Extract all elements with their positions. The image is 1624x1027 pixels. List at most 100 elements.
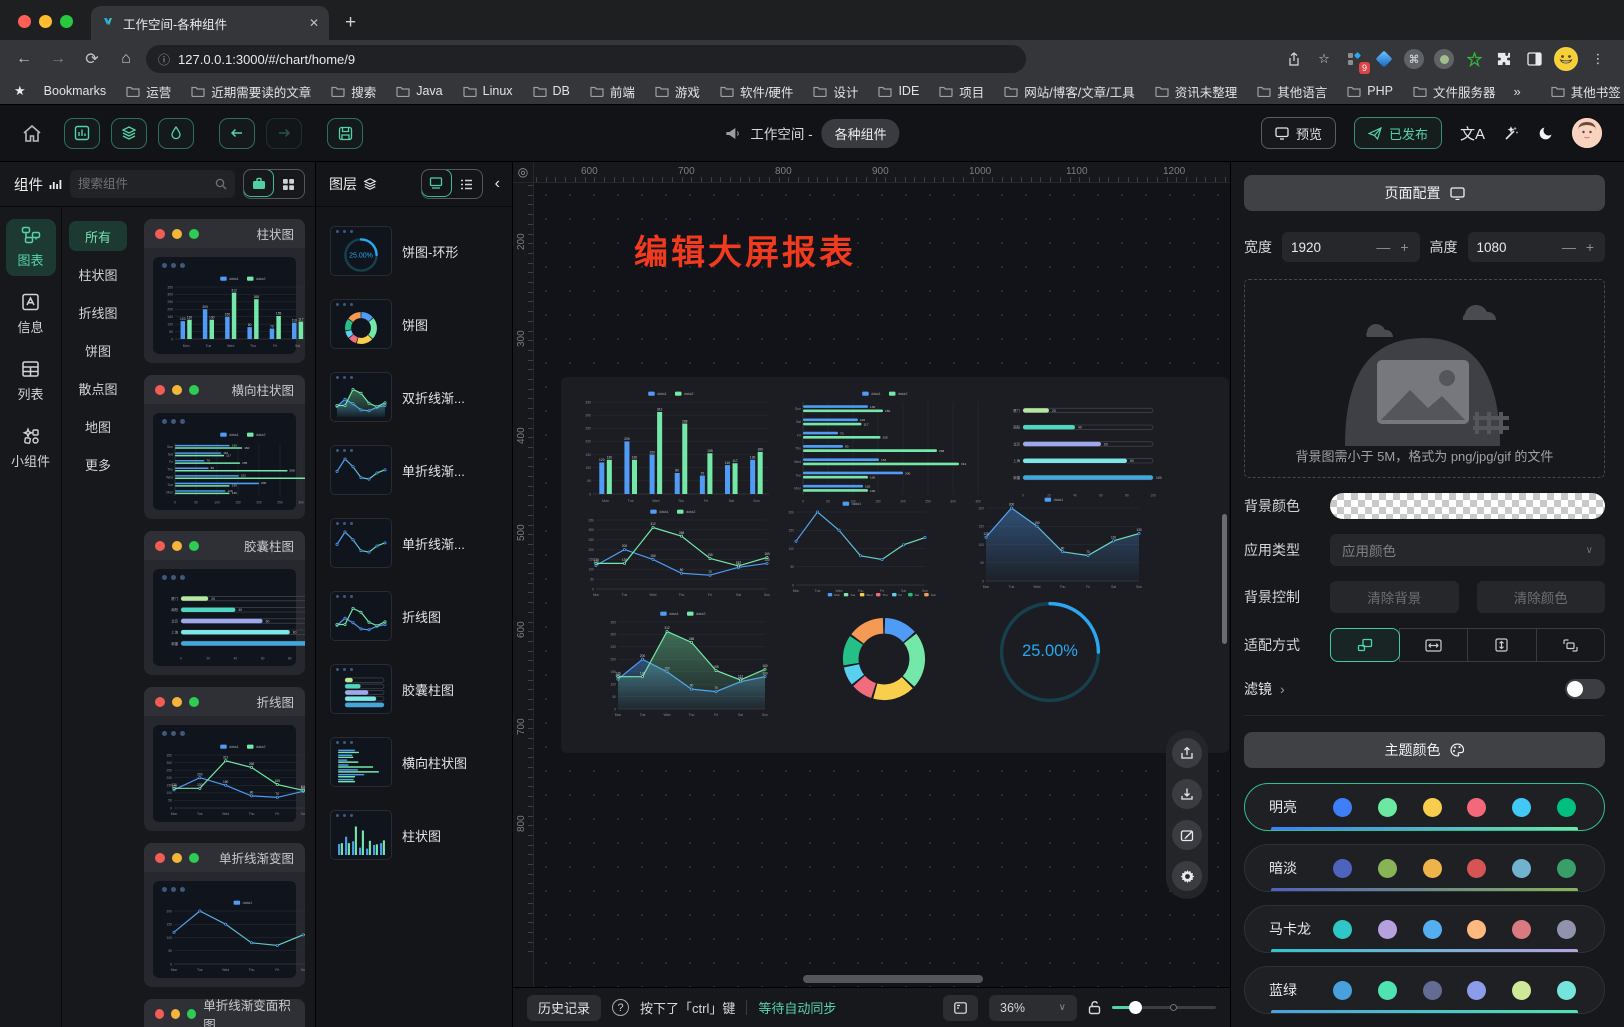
bookmark-star-icon[interactable]: ☆ [1314,49,1334,69]
layer-item[interactable]: 柱状图 [326,803,502,867]
clear-background-button[interactable]: 清除背景 [1330,581,1459,613]
chart-panel-toggle-button[interactable] [64,118,100,149]
bookmark-item[interactable]: 前端 [582,79,643,104]
fit-stretch-button[interactable] [1536,628,1606,662]
component-card[interactable]: 柱状图data1data2050100150200250300350120130… [144,219,305,363]
sidebar-nav-列表[interactable]: 列表 [6,353,56,410]
component-search[interactable] [70,170,235,198]
settings-gear-icon[interactable] [1172,861,1202,891]
canvas-chart-line1[interactable]: data1050100150200MonTueWedThuFriSatSun [781,497,931,595]
language-icon[interactable]: 文A [1460,123,1485,144]
clear-color-button[interactable]: 清除颜色 [1477,581,1606,613]
category-地图[interactable]: 地图 [69,411,127,441]
width-value[interactable]: 1920 [1291,240,1368,255]
category-所有[interactable]: 所有 [69,221,127,251]
canvas-chart-capsule[interactable]: 20厦门40南阳60北京80上海100新疆020406080100 [1001,393,1171,499]
home-icon[interactable]: ⌂ [112,45,140,73]
browser-menu-icon[interactable]: ⋮ [1588,49,1608,69]
layer-item[interactable]: 单折线渐... [326,438,502,502]
share-icon[interactable] [1284,49,1304,69]
fit-scale-button[interactable] [1330,628,1400,662]
bookmark-item[interactable]: DB [525,81,578,101]
category-更多[interactable]: 更多 [69,449,127,479]
magic-wand-icon[interactable] [1503,125,1520,142]
history-button[interactable]: 历史记录 [527,995,601,1021]
undo-button[interactable] [219,118,255,149]
canvas-chart-line2[interactable]: data1data2050100150200250300350120200150… [581,505,773,599]
extension-tampermonkey-icon[interactable]: 9 [1344,49,1364,69]
command-extension-icon[interactable]: ⌘ [1404,49,1424,69]
theme-马卡龙[interactable]: 马卡龙 [1244,905,1605,953]
layer-item[interactable]: 胶囊柱图 [326,657,502,721]
fit-width-button[interactable] [1399,628,1469,662]
bookmark-item[interactable]: 资讯未整理 [1147,79,1246,104]
canvas-area[interactable]: ◎ 6007008009001000110012001300 200300400… [513,162,1230,1027]
preview-button[interactable]: 预览 [1261,117,1336,149]
minimize-window-button[interactable] [39,15,52,28]
canvas-chart-bar[interactable]: data1data2050100150200250300350120130Mon… [577,387,773,505]
bookmarks-root[interactable]: Bookmarks [36,81,115,101]
app-type-select[interactable]: 应用颜色 ∨ [1330,534,1605,566]
toolbox-view-icon[interactable] [243,169,274,197]
layer-item[interactable]: 双折线渐... [326,365,502,429]
width-minus-button[interactable]: — [1374,239,1392,255]
layers-panel-toggle-button[interactable] [111,118,147,149]
canvas-chart-area1[interactable]: data10501001502001202001508070110130MonT… [971,493,1145,591]
bookmark-item[interactable]: 项目 [931,79,992,104]
redo-button[interactable] [266,118,302,149]
profile-avatar[interactable] [1554,47,1578,71]
export-icon[interactable] [1172,738,1202,768]
filter-expand-icon[interactable]: › [1280,681,1285,697]
user-avatar[interactable] [1572,118,1602,148]
site-info-icon[interactable]: ⓘ [158,51,170,68]
browser-tab[interactable]: 工作空间-各种组件 ✕ [91,6,329,40]
filter-panel-toggle-button[interactable] [158,118,194,149]
category-折线图[interactable]: 折线图 [69,297,127,327]
height-stepper[interactable]: 1080 — + [1468,232,1606,262]
bookmark-item[interactable]: 文件服务器 [1405,79,1504,104]
canvas-chart-progress[interactable]: 25.00% [989,593,1111,711]
zoom-slider-knob[interactable] [1129,1001,1142,1014]
close-window-button[interactable] [18,15,31,28]
layer-item[interactable]: 横向柱状图 [326,730,502,794]
publish-button[interactable]: 已发布 [1354,117,1442,149]
ruler-visibility-icon[interactable]: ◎ [513,162,534,183]
search-input[interactable] [78,177,211,191]
page-config-header[interactable]: 页面配置 [1244,175,1605,211]
background-upload-dropzone[interactable]: 背景图需小于 5M，格式为 png/jpg/gif 的文件 [1244,279,1605,478]
bookmark-item[interactable]: 网站/博客/文章/工具 [996,79,1142,104]
grid-view-icon[interactable] [273,170,304,198]
maximize-window-button[interactable] [60,15,73,28]
component-card[interactable]: 横向柱状图data1data20501001502002503003501301… [144,375,305,519]
back-icon[interactable]: ← [10,45,38,73]
bookmark-item[interactable]: 其他语言 [1249,79,1335,104]
save-button[interactable] [327,118,363,149]
green-star-extension-icon[interactable] [1464,49,1484,69]
history-panel-icon[interactable] [943,995,978,1021]
layer-item[interactable]: 折线图 [326,584,502,648]
bookmark-item[interactable]: IDE [870,81,927,101]
layer-item[interactable]: 单折线渐... [326,511,502,575]
bookmark-item[interactable]: 设计 [805,79,866,104]
bookmark-item[interactable]: 游戏 [647,79,708,104]
puzzle-extensions-icon[interactable] [1494,49,1514,69]
bookmark-item[interactable]: Java [388,81,450,101]
other-bookmarks-folder[interactable]: 其他书签 [1543,79,1624,104]
layer-item[interactable]: 25.00%饼图-环形 [326,219,502,283]
forward-icon[interactable]: → [44,45,72,73]
chart-board[interactable]: data1data2050100150200250300350120130Mon… [561,377,1229,753]
bookmark-item[interactable]: 软件/硬件 [712,79,801,104]
edit-icon[interactable] [1172,820,1202,850]
sidebar-nav-图表[interactable]: 图表 [6,219,56,276]
canvas-grid[interactable]: 编辑大屏报表 data1data205010015020025030035012… [534,183,1230,987]
component-card[interactable]: 折线图data1data2050100150200250300350120200… [144,687,305,831]
tab-close-icon[interactable]: ✕ [309,16,319,30]
app-home-icon[interactable] [22,124,42,143]
fit-height-button[interactable] [1467,628,1537,662]
bookmark-item[interactable]: PHP [1339,81,1401,101]
theme-明亮[interactable]: 明亮 [1244,783,1605,831]
canvas-chart-hbar[interactable]: data1data2050100150200250300350130160Sun… [787,387,991,505]
vertical-scrollbar[interactable] [1222,514,1227,644]
dark-mode-moon-icon[interactable] [1538,125,1554,141]
sidebar-nav-信息[interactable]: 信息 [6,286,56,343]
